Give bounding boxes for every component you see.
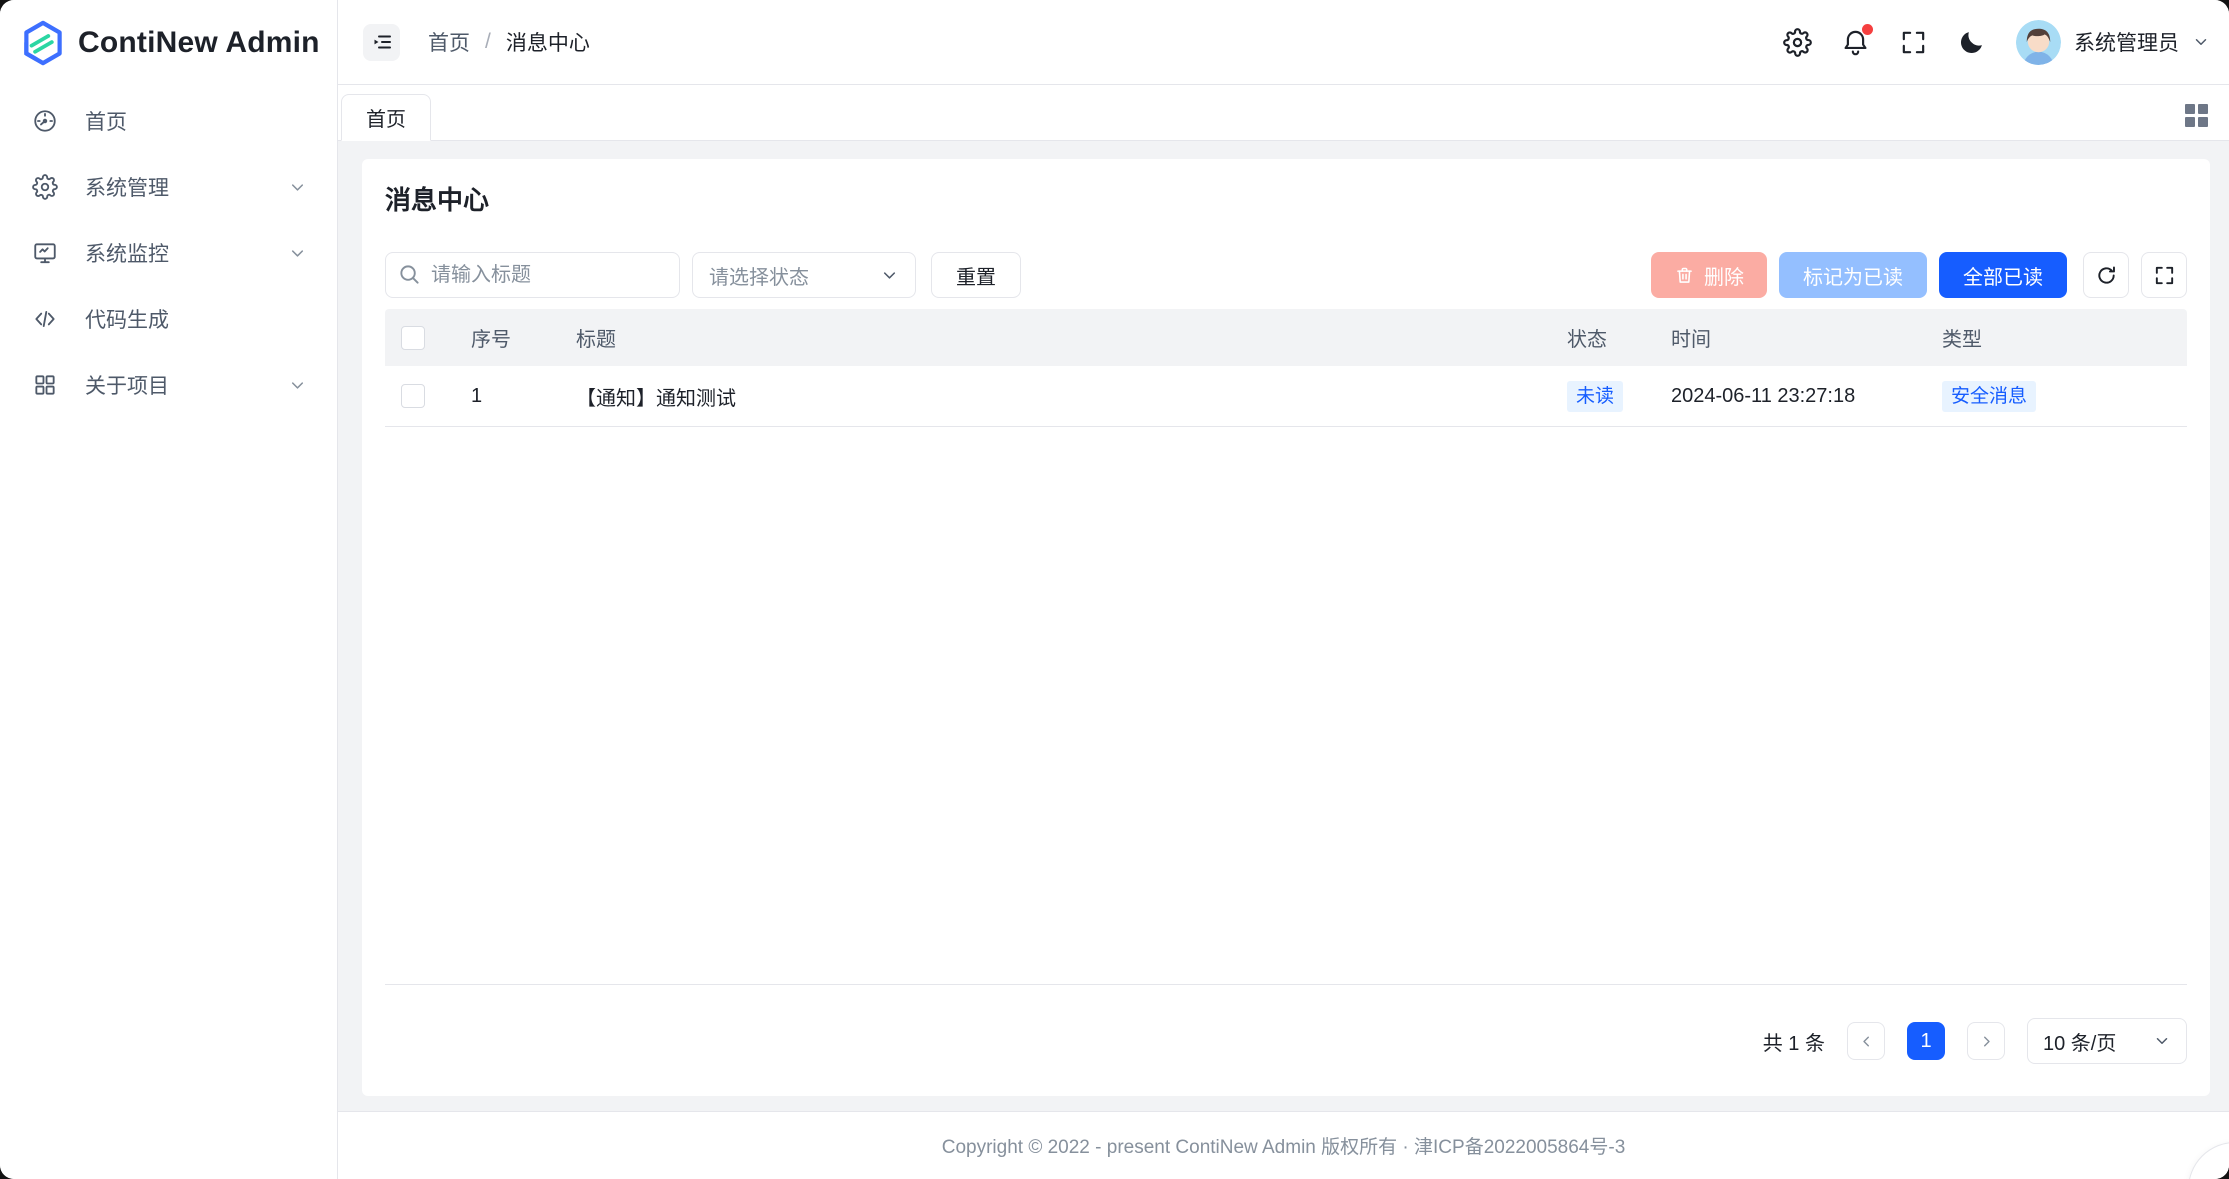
page-title: 消息中心 bbox=[385, 159, 2187, 218]
chevron-down-icon bbox=[2153, 1032, 2171, 1050]
trash-icon bbox=[1674, 265, 1695, 286]
fullscreen-icon bbox=[2153, 264, 2176, 287]
gear-icon bbox=[32, 174, 58, 200]
col-status: 状态 bbox=[1551, 309, 1655, 366]
reset-button[interactable]: 重置 bbox=[931, 252, 1021, 298]
sidebar: ContiNew Admin 首页 系统管理 系统监控 代码生成 bbox=[0, 0, 338, 1179]
cell-title: 【通知】通知测试 bbox=[560, 366, 1551, 427]
status-select[interactable]: 请选择状态 bbox=[692, 252, 916, 298]
col-time: 时间 bbox=[1655, 309, 1926, 366]
page-footer: Copyright © 2022 - present ContiNew Admi… bbox=[338, 1111, 2229, 1179]
notifications-button[interactable] bbox=[1826, 20, 1884, 64]
breadcrumb: 首页 / 消息中心 bbox=[428, 27, 590, 57]
dashboard-icon bbox=[32, 108, 58, 134]
status-badge: 未读 bbox=[1567, 381, 1623, 412]
sidebar-item-system-management[interactable]: 系统管理 bbox=[0, 154, 337, 220]
collapse-sidebar-button[interactable] bbox=[363, 24, 400, 61]
page-size-value: 10 条/页 bbox=[2043, 1027, 2153, 1056]
breadcrumb-home[interactable]: 首页 bbox=[428, 27, 470, 57]
content-area: 消息中心 请选择状态 重置 删除 bbox=[338, 141, 2229, 1111]
page-number-active[interactable]: 1 bbox=[1907, 1022, 1945, 1060]
app-title: ContiNew Admin bbox=[78, 26, 320, 60]
col-type: 类型 bbox=[1926, 309, 2187, 366]
breadcrumb-current: 消息中心 bbox=[506, 27, 590, 57]
tab-options-grid-icon[interactable] bbox=[2185, 104, 2208, 127]
page-size-select[interactable]: 10 条/页 bbox=[2027, 1018, 2187, 1064]
select-all-checkbox[interactable] bbox=[401, 326, 425, 350]
app-window: ContiNew Admin 首页 系统管理 系统监控 代码生成 bbox=[0, 0, 2229, 1179]
chevron-right-icon bbox=[1978, 1033, 1995, 1050]
refresh-button[interactable] bbox=[2083, 252, 2129, 298]
search-input[interactable] bbox=[385, 252, 680, 298]
chevron-down-icon bbox=[288, 178, 307, 197]
sidebar-item-label: 系统监控 bbox=[85, 238, 261, 268]
chevron-down-icon bbox=[880, 266, 899, 285]
moon-icon bbox=[1957, 28, 1986, 57]
code-icon bbox=[32, 306, 58, 332]
sidebar-item-about[interactable]: 关于项目 bbox=[0, 352, 337, 418]
chevron-down-icon bbox=[288, 244, 307, 263]
chevron-down-icon bbox=[2192, 33, 2210, 51]
sidebar-menu: 首页 系统管理 系统监控 代码生成 关于项目 bbox=[0, 85, 337, 418]
pagination-total: 共 1 条 bbox=[1763, 1027, 1825, 1056]
top-header: 首页 / 消息中心 bbox=[338, 0, 2229, 85]
tab-bar: 首页 bbox=[338, 85, 2229, 141]
sidebar-item-label: 代码生成 bbox=[85, 304, 307, 334]
header-actions: 系统管理员 bbox=[1768, 20, 2210, 65]
refresh-icon bbox=[2095, 264, 2118, 287]
main-area: 首页 / 消息中心 bbox=[338, 0, 2229, 1179]
brand-hexagon-icon bbox=[22, 20, 64, 66]
chevron-left-icon bbox=[1858, 1033, 1875, 1050]
pagination: 共 1 条 1 10 条/页 bbox=[385, 985, 2187, 1093]
app-logo[interactable]: ContiNew Admin bbox=[0, 0, 337, 85]
cell-time: 2024-06-11 23:27:18 bbox=[1655, 366, 1926, 427]
type-badge: 安全消息 bbox=[1942, 381, 2036, 412]
copyright-text: Copyright © 2022 - present ContiNew Admi… bbox=[942, 1132, 1626, 1159]
avatar bbox=[2016, 20, 2061, 65]
user-menu[interactable]: 系统管理员 bbox=[2016, 20, 2210, 65]
sidebar-item-code-generation[interactable]: 代码生成 bbox=[0, 286, 337, 352]
toolbar: 请选择状态 重置 删除 标记为已读 全部已读 bbox=[385, 252, 2187, 298]
search-icon bbox=[398, 263, 421, 286]
settings-button[interactable] bbox=[1768, 20, 1826, 64]
chevron-down-icon bbox=[288, 376, 307, 395]
delete-button-label: 删除 bbox=[1704, 261, 1744, 290]
gear-icon bbox=[1783, 28, 1812, 57]
sidebar-item-system-monitor[interactable]: 系统监控 bbox=[0, 220, 337, 286]
menu-fold-icon bbox=[370, 30, 394, 54]
title-search bbox=[385, 252, 680, 298]
sidebar-item-label: 关于项目 bbox=[85, 370, 261, 400]
prev-page-button[interactable] bbox=[1847, 1022, 1885, 1060]
dark-mode-button[interactable] bbox=[1942, 20, 2000, 64]
monitor-icon bbox=[32, 240, 58, 266]
fullscreen-button[interactable] bbox=[1884, 20, 1942, 64]
table-fullscreen-button[interactable] bbox=[2141, 252, 2187, 298]
sidebar-item-home[interactable]: 首页 bbox=[0, 88, 337, 154]
delete-button[interactable]: 删除 bbox=[1651, 252, 1767, 298]
tab-home[interactable]: 首页 bbox=[341, 94, 431, 141]
sidebar-item-label: 系统管理 bbox=[85, 172, 261, 202]
table-header-row: 序号 标题 状态 时间 类型 bbox=[385, 309, 2187, 366]
cell-index: 1 bbox=[455, 366, 560, 427]
table-row: 1 【通知】通知测试 未读 2024-06-11 23:27:18 安全消息 bbox=[385, 366, 2187, 427]
status-select-placeholder: 请选择状态 bbox=[709, 261, 880, 290]
fullscreen-icon bbox=[1899, 28, 1928, 57]
all-read-button[interactable]: 全部已读 bbox=[1939, 252, 2067, 298]
notification-badge-dot bbox=[1862, 24, 1873, 35]
sidebar-item-label: 首页 bbox=[85, 106, 307, 136]
col-title: 标题 bbox=[560, 309, 1551, 366]
messages-table: 序号 标题 状态 时间 类型 1 【通知】通知测试 bbox=[385, 309, 2187, 985]
mark-read-button[interactable]: 标记为已读 bbox=[1779, 252, 1927, 298]
next-page-button[interactable] bbox=[1967, 1022, 2005, 1060]
grid-icon bbox=[32, 372, 58, 398]
row-checkbox[interactable] bbox=[401, 384, 425, 408]
breadcrumb-separator: / bbox=[485, 30, 491, 54]
username: 系统管理员 bbox=[2074, 27, 2179, 57]
message-center-card: 消息中心 请选择状态 重置 删除 bbox=[362, 159, 2210, 1096]
col-index: 序号 bbox=[455, 309, 560, 366]
